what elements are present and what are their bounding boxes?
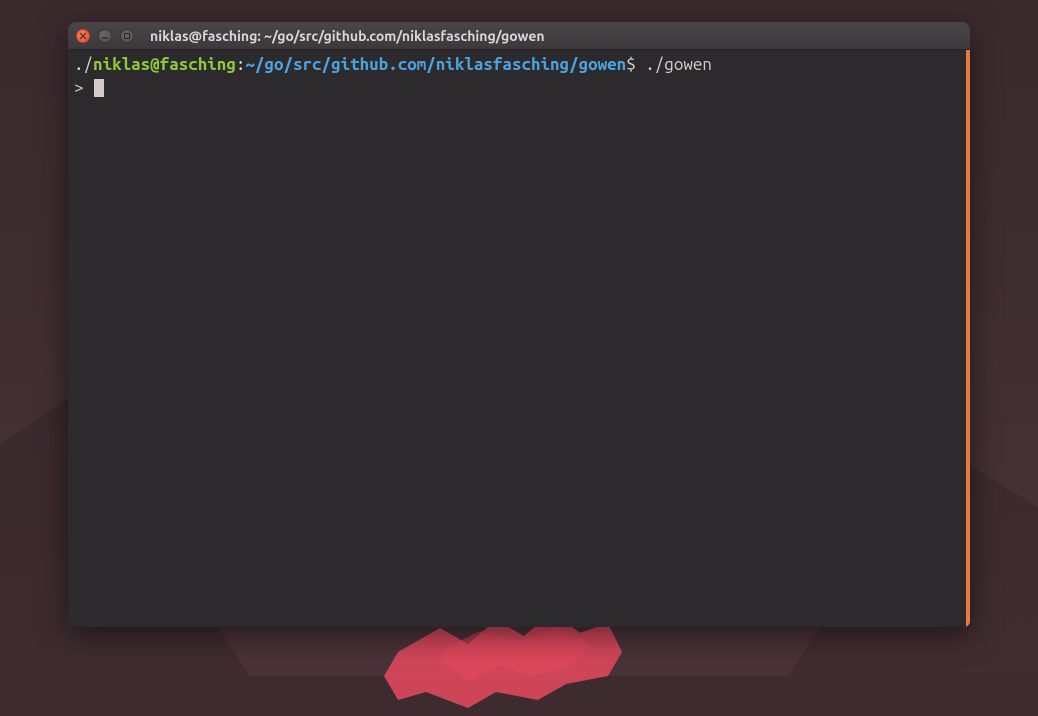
window-titlebar[interactable]: niklas@fasching: ~/go/src/github.com/nik… xyxy=(68,22,970,50)
minimize-icon xyxy=(101,32,109,40)
maximize-button[interactable] xyxy=(120,29,134,43)
terminal-content[interactable]: ./niklas@fasching:~/go/src/github.com/ni… xyxy=(68,50,970,627)
prompt-line: ./niklas@fasching:~/go/src/github.com/ni… xyxy=(74,54,964,77)
prompt-symbol: $ xyxy=(626,55,636,74)
cursor-icon xyxy=(94,79,104,97)
maximize-icon xyxy=(123,32,131,40)
repl-line: > xyxy=(74,77,964,100)
close-icon xyxy=(79,32,87,40)
prompt-user-host: niklas@fasching xyxy=(93,55,236,74)
prompt-separator: : xyxy=(236,55,246,74)
terminal-window: niklas@fasching: ~/go/src/github.com/nik… xyxy=(68,22,970,627)
scrollbar[interactable] xyxy=(966,50,970,627)
prompt-prefix: ./ xyxy=(74,55,93,74)
minimize-button[interactable] xyxy=(98,29,112,43)
window-controls xyxy=(76,29,134,43)
close-button[interactable] xyxy=(76,29,90,43)
command-text: ./gowen xyxy=(636,55,712,74)
repl-prompt: > xyxy=(74,78,93,97)
window-title: niklas@fasching: ~/go/src/github.com/nik… xyxy=(150,28,545,44)
prompt-cwd: ~/go/src/github.com/niklasfasching/gowen xyxy=(245,55,626,74)
